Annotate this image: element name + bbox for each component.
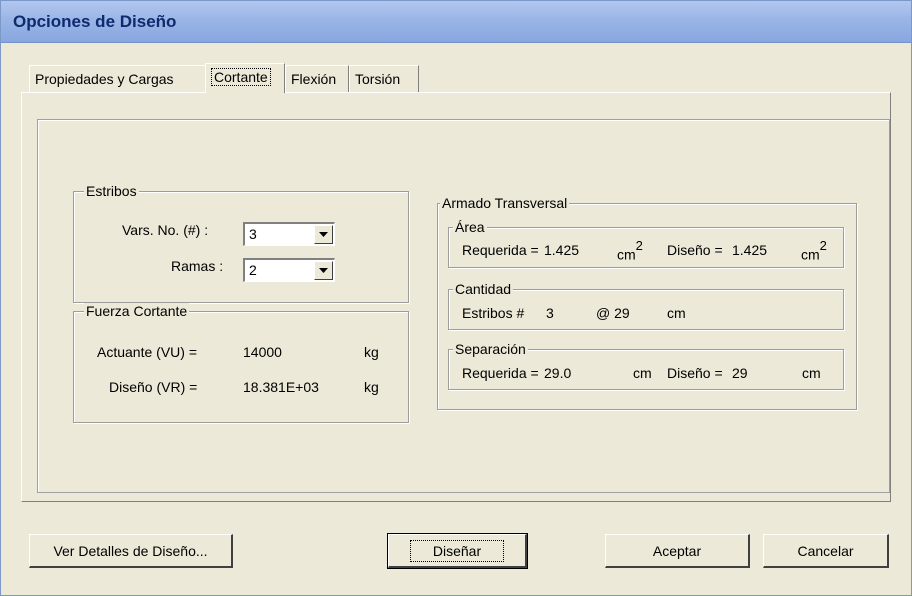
area-exponent: 2 — [635, 238, 643, 253]
disenar-button[interactable]: Diseñar — [387, 533, 528, 569]
separacion-requerida-unit: cm — [633, 365, 652, 381]
armado-title: Armado Transversal — [440, 195, 570, 211]
actuante-label: Actuante (VU) = — [97, 344, 197, 360]
aceptar-button[interactable]: Aceptar — [605, 534, 750, 568]
estribos-title: Estribos — [84, 183, 139, 199]
area-exponent: 2 — [819, 238, 827, 253]
vars-label: Vars. No. (#) : — [122, 222, 209, 238]
area-group: Área Requerida = 1.425 cm2 Diseño = 1.42… — [448, 219, 844, 268]
area-requerida-value: 1.425 — [544, 242, 580, 258]
vars-combobox[interactable]: 3 — [243, 222, 335, 246]
cantidad-unit: cm — [667, 305, 686, 321]
ramas-label: Ramas : — [171, 258, 224, 274]
tab-torsion[interactable]: Torsión — [349, 65, 419, 92]
ver-detalles-label: Ver Detalles de Diseño... — [53, 542, 208, 559]
separacion-diseno-unit: cm — [802, 365, 821, 381]
area-diseno-label: Diseño = — [667, 242, 723, 258]
chevron-down-icon[interactable] — [314, 225, 333, 244]
area-requerida-label: Requerida = — [462, 242, 539, 258]
armado-transversal-group: Armado Transversal Área Requerida = 1.42… — [437, 195, 857, 410]
dialog-window: Opciones de Diseño Propiedades y Cargas … — [0, 0, 912, 596]
ramas-value: 2 — [249, 262, 257, 278]
diseno-label: Diseño (VR) = — [109, 379, 198, 395]
ver-detalles-button[interactable]: Ver Detalles de Diseño... — [29, 534, 233, 568]
area-requerida-unit: cm2 — [617, 238, 643, 263]
cancelar-button[interactable]: Cancelar — [763, 534, 889, 568]
aceptar-label: Aceptar — [652, 542, 702, 559]
cantidad-at: @ 29 — [596, 305, 630, 321]
disenar-label: Diseñar — [409, 539, 505, 562]
estribos-group: Estribos Vars. No. (#) : 3 Ramas : 2 — [73, 183, 409, 303]
tab-label: Torsión — [355, 71, 401, 87]
title-bar[interactable]: Opciones de Diseño — [1, 1, 911, 43]
cantidad-label: Estribos # — [462, 305, 525, 321]
tab-propiedades-cargas[interactable]: Propiedades y Cargas — [29, 65, 206, 92]
ramas-combobox[interactable]: 2 — [243, 258, 335, 282]
fuerza-title: Fuerza Cortante — [84, 303, 190, 319]
window-title: Opciones de Diseño — [13, 12, 177, 31]
tab-cortante[interactable]: Cortante — [205, 63, 285, 93]
diseno-unit: kg — [364, 379, 379, 395]
tab-label: Propiedades y Cargas — [35, 71, 174, 87]
area-diseno-value: 1.425 — [732, 242, 768, 258]
chevron-down-icon[interactable] — [314, 261, 333, 280]
separacion-group: Separación Requerida = 29.0 cm Diseño = … — [448, 341, 844, 390]
cantidad-num: 3 — [546, 305, 554, 321]
separacion-requerida-label: Requerida = — [462, 365, 539, 381]
actuante-value: 14000 — [243, 344, 282, 360]
vars-value: 3 — [249, 226, 257, 242]
actuante-unit: kg — [364, 344, 379, 360]
fuerza-cortante-group: Fuerza Cortante Actuante (VU) = 14000 kg… — [73, 303, 409, 423]
tab-flexion[interactable]: Flexión — [285, 65, 349, 92]
separacion-diseno-value: 29 — [732, 365, 748, 381]
diseno-value: 18.381E+03 — [243, 379, 319, 395]
tab-label: Cortante — [211, 68, 271, 86]
cantidad-title: Cantidad — [453, 281, 514, 297]
area-diseno-unit: cm2 — [801, 238, 827, 263]
separacion-requerida-value: 29.0 — [544, 365, 572, 381]
area-title: Área — [453, 219, 487, 235]
cantidad-group: Cantidad Estribos # 3 @ 29 cm — [448, 281, 844, 330]
tab-label: Flexión — [291, 71, 337, 87]
separacion-title: Separación — [453, 341, 528, 357]
cancelar-label: Cancelar — [797, 542, 854, 559]
separacion-diseno-label: Diseño = — [667, 365, 723, 381]
